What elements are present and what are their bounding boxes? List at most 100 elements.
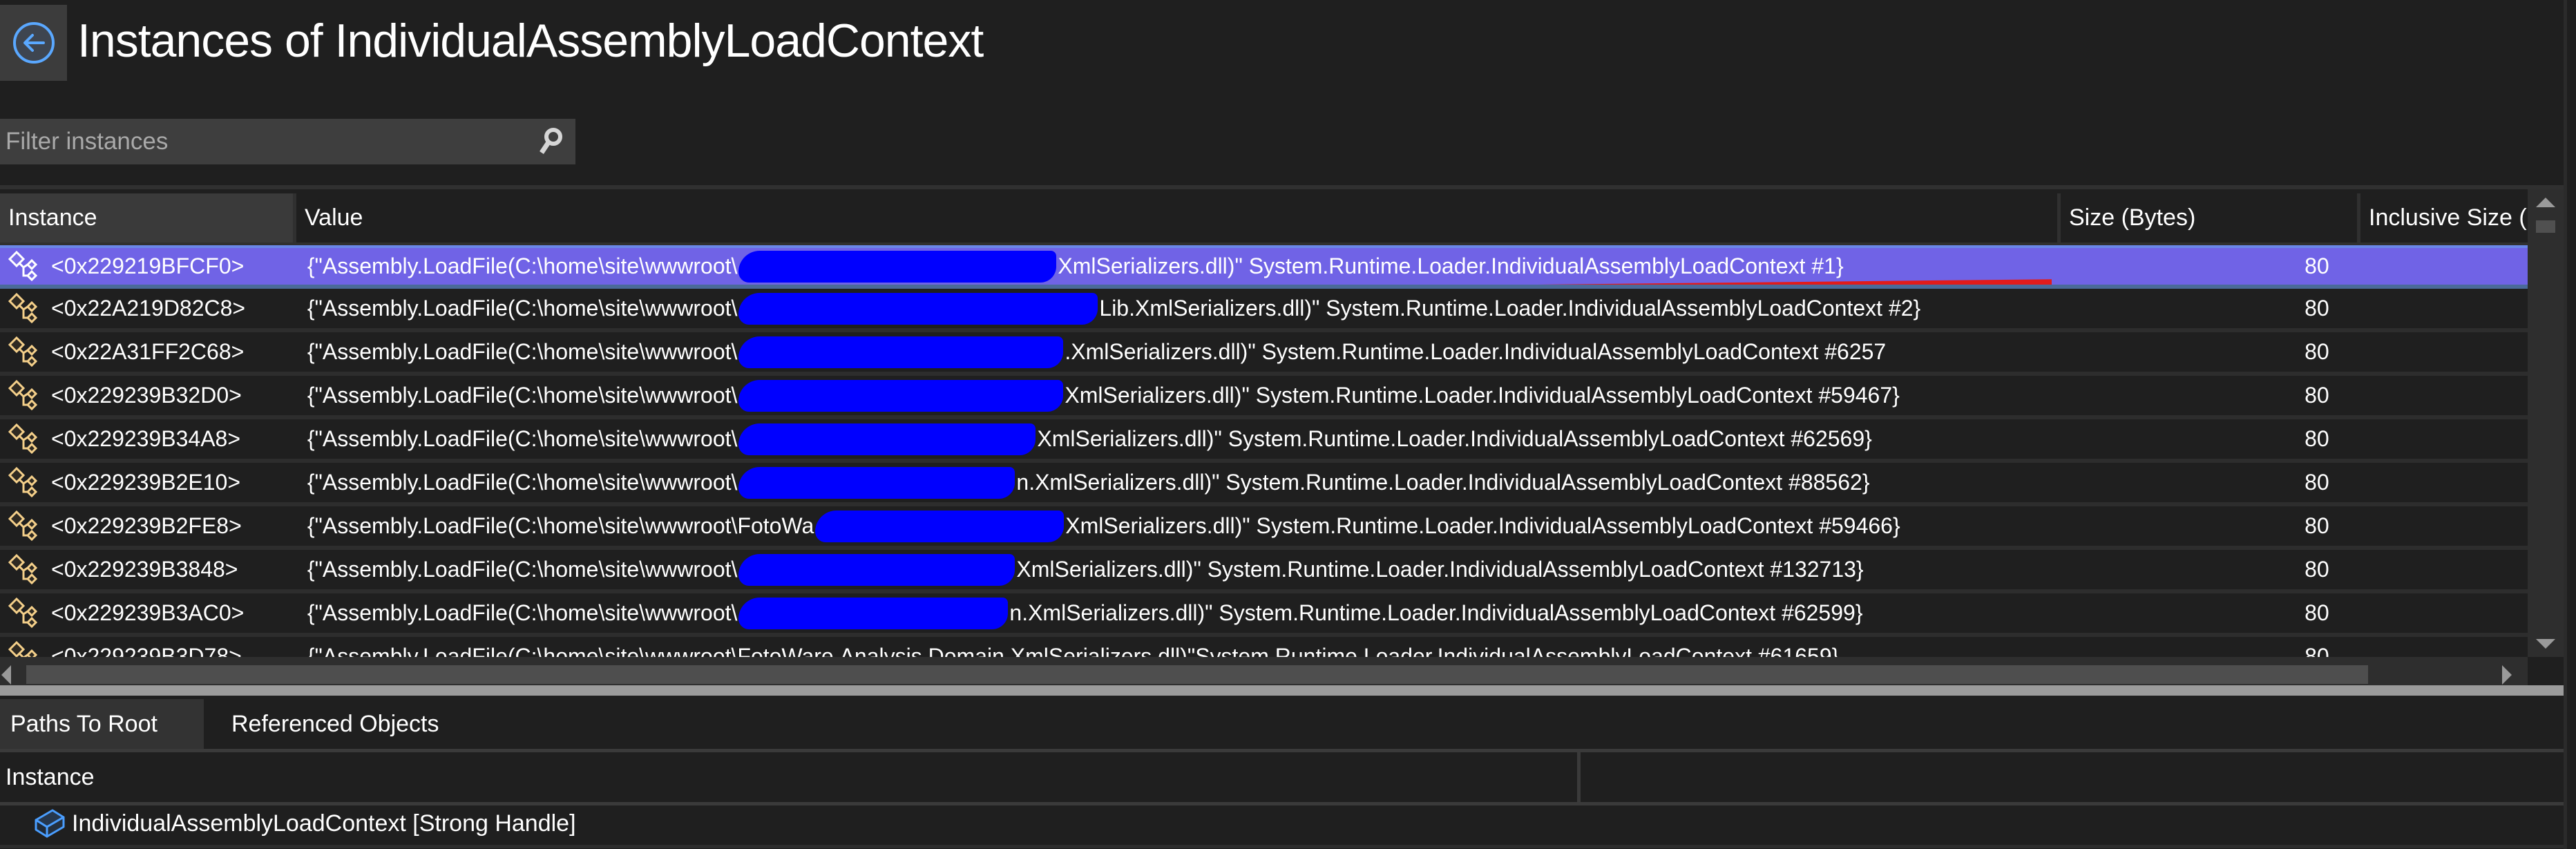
- instance-cell: <0x229219BFCF0>: [0, 248, 292, 285]
- column-header-size[interactable]: Size (Bytes): [2057, 193, 2357, 242]
- object-instance-icon: [8, 510, 38, 541]
- size-cell: 80: [2305, 513, 2329, 538]
- redaction-mark: [738, 292, 1098, 325]
- value-prefix: {"Assembly.LoadFile(C:\home\site\wwwroot…: [307, 470, 738, 495]
- inclusive-size-cell: [2358, 248, 2528, 285]
- vertical-scroll-thumb[interactable]: [2536, 220, 2555, 233]
- value-cell: {"Assembly.LoadFile(C:\home\site\wwwroot…: [292, 593, 2052, 633]
- paths-column-header-instance[interactable]: Instance: [0, 752, 1581, 802]
- redaction-mark: [738, 466, 1015, 499]
- table-row[interactable]: <0x22A31FF2C68> {"Assembly.LoadFile(C:\ho…: [0, 332, 2528, 376]
- redaction-mark: [738, 250, 1057, 283]
- object-instance-icon: [8, 466, 38, 497]
- instance-address: <0x229219BFCF0>: [51, 254, 245, 278]
- size-cell: 80: [2305, 426, 2329, 451]
- redaction-mark: [738, 379, 1064, 412]
- instance-address: <0x229239B3AC0>: [51, 600, 245, 625]
- scroll-left-arrow-icon[interactable]: [1, 665, 11, 685]
- value-suffix: n.XmlSerializers.dll)" System.Runtime.Lo…: [1016, 470, 1870, 495]
- window-edge-divider: [2564, 0, 2567, 849]
- filter-box: [0, 119, 575, 164]
- column-header-inclusive-size[interactable]: Inclusive Size (: [2357, 193, 2528, 242]
- object-instance-icon: [8, 553, 38, 584]
- instance-cell: <0x229239B32D0>: [0, 376, 292, 415]
- table-row[interactable]: <0x22A219D82C8> {"Assembly.LoadFile(C:\ho…: [0, 289, 2528, 332]
- value-suffix: XmlSerializers.dll)" System.Runtime.Load…: [1065, 383, 1900, 408]
- horizontal-scroll-thumb[interactable]: [26, 665, 2368, 684]
- paths-tree-row[interactable]: IndividualAssemblyLoadContext [Strong Ha…: [0, 802, 2564, 848]
- size-cell: 80: [2305, 254, 2329, 278]
- search-icon[interactable]: [533, 124, 567, 159]
- filter-instances-input[interactable]: [0, 119, 533, 164]
- table-row[interactable]: <0x229219BFCF0> {"Assembly.LoadFile(C:\ho…: [0, 245, 2528, 289]
- instance-address: <0x229239B2FE8>: [51, 513, 242, 538]
- instance-cell: <0x229239B2FE8>: [0, 506, 292, 546]
- paths-column-header-empty[interactable]: [1581, 752, 2564, 802]
- pane-splitter[interactable]: [0, 685, 2564, 696]
- object-instance-icon: [8, 336, 38, 367]
- table-body: <0x229219BFCF0> {"Assembly.LoadFile(C:\ho…: [0, 245, 2528, 661]
- value-prefix: {"Assembly.LoadFile(C:\home\site\wwwroot…: [307, 296, 738, 321]
- redaction-mark: [738, 336, 1064, 368]
- instance-cell: <0x22A219D82C8>: [0, 289, 292, 328]
- size-cell: 80: [2305, 600, 2329, 625]
- paths-table-header: Instance: [0, 749, 2564, 805]
- value-suffix: n.XmlSerializers.dll)" System.Runtime.Lo…: [1009, 600, 1863, 625]
- size-cell: 80: [2305, 470, 2329, 495]
- horizontal-scrollbar[interactable]: [0, 657, 2528, 685]
- redaction-mark: [738, 553, 1015, 586]
- vertical-scrollbar[interactable]: [2528, 189, 2564, 657]
- table-row[interactable]: <0x229239B2E10> {"Assembly.LoadFile(C:\ho…: [0, 463, 2528, 506]
- object-instance-icon: [8, 597, 38, 628]
- value-prefix: {"Assembly.LoadFile(C:\home\site\wwwroot…: [307, 339, 738, 364]
- value-cell: {"Assembly.LoadFile(C:\home\site\wwwroot…: [292, 248, 2052, 285]
- value-suffix: Lib.XmlSerializers.dll)" System.Runtime.…: [1099, 296, 1921, 321]
- value-suffix: XmlSerializers.dll)" System.Runtime.Load…: [1065, 513, 1900, 538]
- instances-table: Instance Value Size (Bytes) Inclusive Si…: [0, 185, 2564, 689]
- instance-address: <0x22A31FF2C68>: [51, 339, 245, 364]
- scroll-up-arrow-icon[interactable]: [2536, 198, 2555, 207]
- scroll-right-arrow-icon[interactable]: [2502, 665, 2512, 685]
- inclusive-size-cell: [2358, 463, 2528, 502]
- value-prefix: {"Assembly.LoadFile(C:\home\site\wwwroot…: [307, 254, 738, 278]
- value-cell: {"Assembly.LoadFile(C:\home\site\wwwroot…: [292, 419, 2052, 459]
- value-prefix: {"Assembly.LoadFile(C:\home\site\wwwroot…: [307, 426, 738, 451]
- column-header-value[interactable]: Value: [293, 193, 2057, 242]
- tab-paths-to-root[interactable]: Paths To Root: [0, 699, 204, 749]
- table-header: Instance Value Size (Bytes) Inclusive Si…: [0, 193, 2528, 247]
- inclusive-size-cell: [2358, 506, 2528, 546]
- page-title: Instances of IndividualAssemblyLoadConte…: [77, 15, 984, 67]
- inclusive-size-cell: [2358, 376, 2528, 415]
- value-suffix: XmlSerializers.dll)" System.Runtime.Load…: [1058, 254, 1844, 278]
- back-button[interactable]: [0, 5, 67, 81]
- strong-handle-box-icon: [35, 809, 65, 838]
- value-prefix: {"Assembly.LoadFile(C:\home\site\wwwroot…: [307, 383, 738, 408]
- value-suffix: XmlSerializers.dll)" System.Runtime.Load…: [1037, 426, 1872, 451]
- instance-cell: <0x229239B34A8>: [0, 419, 292, 459]
- instance-address: <0x229239B32D0>: [51, 383, 242, 408]
- instance-address: <0x229239B34A8>: [51, 426, 241, 451]
- value-cell: {"Assembly.LoadFile(C:\home\site\wwwroot…: [292, 463, 2052, 502]
- object-instance-icon: [8, 292, 38, 323]
- instance-cell: <0x229239B3848>: [0, 550, 292, 589]
- redaction-mark: [815, 510, 1065, 542]
- object-instance-icon: [8, 250, 38, 281]
- table-row[interactable]: <0x229239B2FE8> {"Assembly.LoadFile(C:\ho…: [0, 506, 2528, 550]
- bottom-tabs: Paths To Root Referenced Objects: [0, 699, 453, 749]
- scroll-down-arrow-icon[interactable]: [2536, 639, 2555, 649]
- value-cell: {"Assembly.LoadFile(C:\home\site\wwwroot…: [292, 376, 2052, 415]
- instance-address: <0x229239B3848>: [51, 557, 238, 582]
- table-row[interactable]: <0x229239B3848> {"Assembly.LoadFile(C:\ho…: [0, 550, 2528, 593]
- column-header-instance[interactable]: Instance: [0, 193, 293, 242]
- instance-cell: <0x229239B3AC0>: [0, 593, 292, 633]
- tab-referenced-objects[interactable]: Referenced Objects: [204, 699, 453, 749]
- value-prefix: {"Assembly.LoadFile(C:\home\site\wwwroot…: [307, 600, 738, 625]
- value-prefix: {"Assembly.LoadFile(C:\home\site\wwwroot…: [307, 513, 814, 538]
- value-suffix: .XmlSerializers.dll)" System.Runtime.Loa…: [1065, 339, 1887, 364]
- inclusive-size-cell: [2358, 289, 2528, 328]
- table-row[interactable]: <0x229239B32D0> {"Assembly.LoadFile(C:\ho…: [0, 376, 2528, 419]
- value-cell: {"Assembly.LoadFile(C:\home\site\wwwroot…: [292, 289, 2052, 328]
- table-row[interactable]: <0x229239B3AC0> {"Assembly.LoadFile(C:\ho…: [0, 593, 2528, 637]
- table-row[interactable]: <0x229239B34A8> {"Assembly.LoadFile(C:\ho…: [0, 419, 2528, 463]
- value-cell: {"Assembly.LoadFile(C:\home\site\wwwroot…: [292, 332, 2052, 372]
